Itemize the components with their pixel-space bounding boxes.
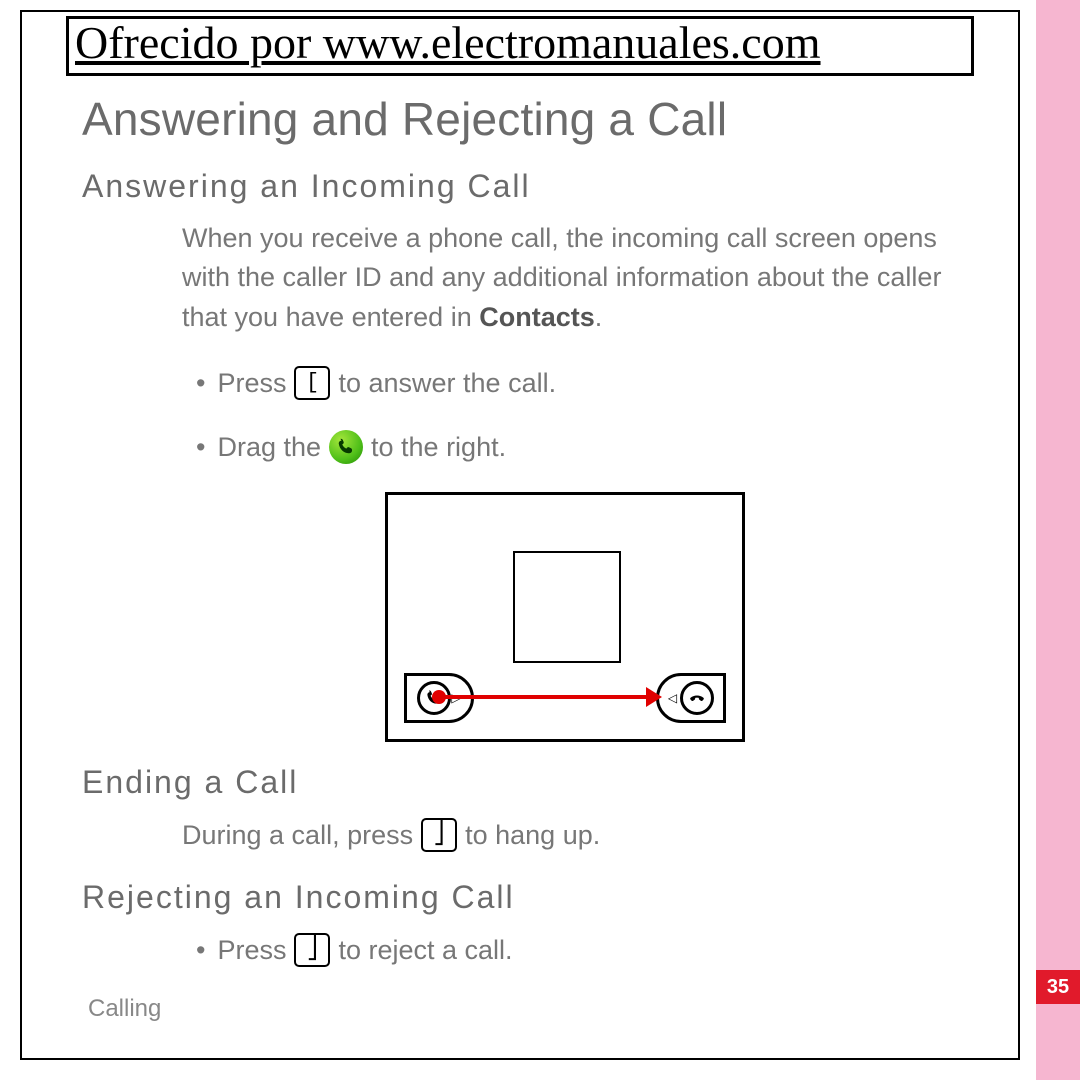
call-key-icon: [	[294, 366, 330, 400]
drag-arrow-head-icon	[646, 687, 662, 707]
footer-section-label: Calling	[88, 995, 958, 1023]
source-banner: Ofrecido por www.electromanuales.com	[66, 16, 974, 76]
answer-bullet-1: • Press [ to answer the call.	[196, 363, 948, 404]
reject-pre: Press	[217, 930, 286, 971]
reject-slider[interactable]: ◁	[656, 673, 726, 723]
caller-photo-placeholder	[513, 551, 621, 663]
answer-bullet2-pre: Drag the	[217, 427, 321, 468]
subheading-rejecting: Rejecting an Incoming Call	[82, 879, 958, 916]
answering-body: When you receive a phone call, the incom…	[182, 219, 948, 741]
page-content: Answering and Rejecting a Call Answering…	[22, 76, 1018, 1022]
ending-post: to hang up.	[465, 815, 600, 856]
ending-line: During a call, press ⎦ to hang up.	[182, 815, 948, 856]
incoming-call-illustration: ▷ ◁	[385, 492, 745, 742]
answer-bullet2-post: to the right.	[371, 427, 506, 468]
right-page-strip	[1036, 0, 1080, 1080]
bullet-dot-icon: •	[196, 363, 205, 404]
phone-handset-icon	[335, 436, 357, 458]
answer-bullet1-pre: Press	[217, 363, 286, 404]
reject-handset-circle	[680, 681, 714, 715]
reject-post: to reject a call.	[338, 930, 512, 971]
answering-para-post: .	[595, 302, 603, 332]
chevron-left-icon: ◁	[668, 692, 677, 704]
page-number-badge: 35	[1036, 970, 1080, 1004]
end-call-key-icon: ⎦	[294, 933, 330, 967]
answer-illustration-wrap: ▷ ◁	[182, 492, 948, 742]
page-frame: Ofrecido por www.electromanuales.com Ans…	[20, 10, 1020, 1060]
phone-hangup-icon	[687, 688, 707, 708]
answer-bullet1-post: to answer the call.	[338, 363, 556, 404]
drag-arrow-track	[438, 695, 648, 699]
ending-pre: During a call, press	[182, 815, 413, 856]
page-title: Answering and Rejecting a Call	[82, 92, 958, 146]
answering-paragraph: When you receive a phone call, the incom…	[182, 219, 948, 336]
end-call-key-icon: ⎦	[421, 818, 457, 852]
subheading-answering: Answering an Incoming Call	[82, 168, 958, 205]
rejecting-body: • Press ⎦ to reject a call.	[182, 930, 948, 971]
green-handset-icon	[329, 430, 363, 464]
reject-bullet: • Press ⎦ to reject a call.	[196, 930, 948, 971]
subheading-ending: Ending a Call	[82, 764, 958, 801]
bullet-dot-icon: •	[196, 930, 205, 971]
bullet-dot-icon: •	[196, 427, 205, 468]
ending-body: During a call, press ⎦ to hang up.	[182, 815, 948, 856]
answering-para-bold: Contacts	[479, 302, 595, 332]
answer-bullet-2: • Drag the to the right.	[196, 427, 948, 468]
